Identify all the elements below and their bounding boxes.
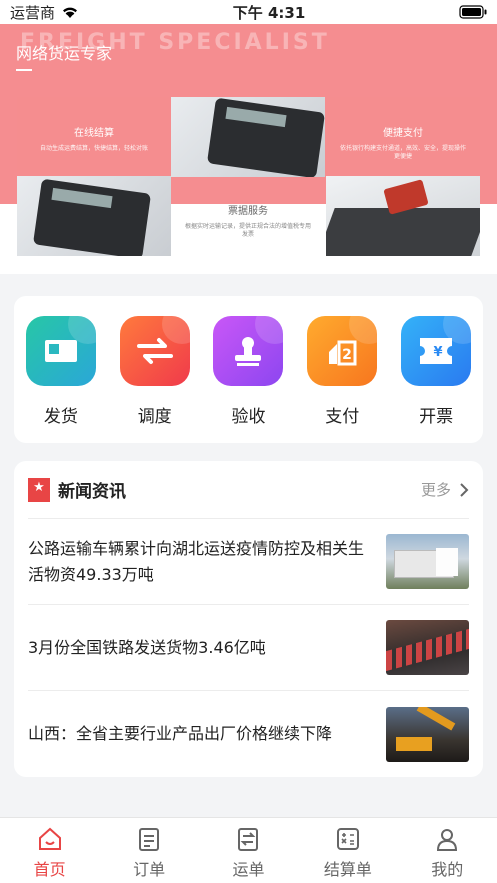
menu-label: 开票 [419, 407, 454, 427]
hero-title: 网络货运专家 [16, 44, 113, 63]
svg-text:2: 2 [342, 347, 352, 363]
more-label: 更多 [420, 481, 451, 499]
star-flag-icon: ★ [28, 477, 50, 502]
tab-label: 我的 [431, 860, 464, 879]
dispatch-icon [119, 316, 190, 386]
news-headline: 山西：全省主要行业产品出厂价格继续下降 [28, 724, 333, 743]
carrier-label: 运营商 [10, 3, 56, 22]
news-thumbnail [386, 620, 469, 675]
panel-title: 票据服务 [228, 206, 268, 217]
menu-label: 验收 [231, 407, 266, 427]
menu-label: 支付 [325, 407, 360, 427]
news-thumbnail [386, 534, 469, 589]
menu-label: 调度 [137, 407, 172, 427]
tab-label: 运单 [232, 860, 265, 879]
tab-label: 首页 [33, 860, 66, 879]
news-title: 新闻资讯 [58, 482, 126, 502]
tab-settlements[interactable]: 结算单 [308, 826, 388, 883]
news-item[interactable]: 山西：全省主要行业产品出厂价格继续下降 [28, 691, 469, 777]
stamp-icon [213, 316, 284, 386]
panel-title: 在线结算 [74, 128, 114, 139]
tab-profile[interactable]: 我的 [407, 826, 487, 883]
news-item[interactable]: 公路运输车辆累计向湖北运送疫情防控及相关生活物资49.33万吨 [28, 519, 469, 605]
menu-item-acceptance[interactable]: 验收 [208, 316, 288, 443]
news-header: ★ 新闻资讯 更多 [28, 461, 469, 519]
hero-divider [16, 69, 32, 71]
calculator-photo [17, 176, 171, 256]
chevron-right-icon [460, 482, 469, 497]
news-section: ★ 新闻资讯 更多 公路运输车辆累计向湖北运送疫情防控及相关生活物资49.33万… [14, 461, 483, 777]
panel-desc: 根据实时运输记录，提供正规合法的增值税专用发票 [185, 223, 312, 239]
hero-banner[interactable]: FREIGHT SPECIALIST 网络货运专家 在线结算 自动生成运费结算，… [0, 24, 497, 274]
panel-invoice-service: 票据服务 根据实时运输记录，提供正规合法的增值税专用发票 [171, 176, 325, 256]
clipboard-icon [139, 828, 160, 851]
panel-convenient-payment: 便捷支付 依托银行构建支付通道，高效、安全，提现操作更便捷 [326, 97, 480, 177]
waybill-icon [238, 828, 259, 851]
ship-icon [25, 316, 96, 386]
menu-item-ship[interactable]: 发货 [21, 316, 101, 443]
invoice-icon: ¥ [401, 316, 472, 386]
panel-desc: 依托银行构建支付通道，高效、安全，提现操作更便捷 [339, 145, 466, 161]
menu-item-pay[interactable]: 2 支付 [302, 316, 382, 443]
svg-text:¥: ¥ [434, 345, 443, 360]
panel-online-settlement: 在线结算 自动生成运费结算，快捷结算，轻松对账 [17, 97, 171, 177]
calculator-icon [336, 828, 359, 850]
tab-home[interactable]: 首页 [10, 826, 90, 883]
pay-icon: 2 [307, 316, 378, 386]
battery-icon [459, 5, 487, 19]
function-menu: 发货 调度 验收 2 支付 ¥ 开票 [14, 296, 483, 443]
menu-item-dispatch[interactable]: 调度 [115, 316, 195, 443]
more-link[interactable]: 更多 [421, 479, 469, 500]
panel-desc: 自动生成运费结算，快捷结算，轻松对账 [39, 145, 148, 152]
news-headline: 公路运输车辆累计向湖北运送疫情防控及相关生活物资49.33万吨 [28, 538, 365, 584]
clock: 下午 4:31 [232, 3, 306, 22]
menu-label: 发货 [43, 407, 78, 427]
news-item[interactable]: 3月份全国铁路发送货物3.46亿吨 [28, 605, 469, 691]
status-bar: 运营商 下午 4:31 [0, 0, 497, 24]
tab-waybills[interactable]: 运单 [208, 826, 288, 883]
news-thumbnail [386, 706, 469, 762]
calculator-photo [171, 97, 325, 177]
tab-orders[interactable]: 订单 [109, 826, 189, 883]
home-icon [38, 827, 61, 850]
wifi-icon [63, 7, 78, 18]
tab-bar: 首页 订单 运单 结算单 我的 [0, 817, 497, 883]
tab-label: 订单 [133, 860, 166, 879]
tab-label: 结算单 [323, 860, 372, 879]
user-icon [437, 829, 458, 851]
news-headline: 3月份全国铁路发送货物3.46亿吨 [28, 637, 266, 657]
laptop-photo [326, 176, 480, 256]
menu-item-invoice[interactable]: ¥ 开票 [396, 316, 476, 443]
panel-title: 便捷支付 [383, 128, 423, 139]
